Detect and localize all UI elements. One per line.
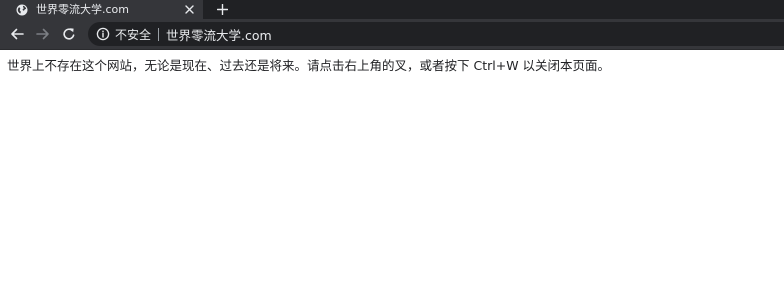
url-text[interactable]: 世界零流大学.com bbox=[166, 25, 272, 44]
reload-button[interactable] bbox=[58, 23, 80, 45]
address-bar[interactable]: 不安全 世界零流大学.com bbox=[88, 22, 784, 46]
arrow-left-icon bbox=[11, 28, 24, 40]
page-content: 世界上不存在这个网站，无论是现在、过去还是将来。请点击右上角的叉，或者按下 Ct… bbox=[0, 50, 784, 74]
toolbar: 不安全 世界零流大学.com bbox=[0, 19, 784, 50]
globe-icon bbox=[16, 4, 28, 16]
close-tab-icon[interactable] bbox=[182, 3, 196, 17]
new-tab-button[interactable] bbox=[213, 0, 231, 19]
tab-title: 世界零流大学.com bbox=[36, 3, 129, 16]
tab-strip: 世界零流大学.com bbox=[0, 0, 784, 19]
omnibox-divider bbox=[158, 27, 160, 41]
reload-icon bbox=[63, 28, 75, 40]
info-icon[interactable] bbox=[96, 27, 110, 41]
plus-icon bbox=[216, 4, 228, 15]
active-tab[interactable]: 世界零流大学.com bbox=[0, 0, 203, 19]
forward-button[interactable] bbox=[32, 23, 54, 45]
page-message: 世界上不存在这个网站，无论是现在、过去还是将来。请点击右上角的叉，或者按下 Ct… bbox=[7, 58, 611, 73]
security-status[interactable]: 不安全 bbox=[115, 26, 151, 43]
back-button[interactable] bbox=[6, 23, 28, 45]
arrow-right-icon bbox=[36, 28, 49, 40]
